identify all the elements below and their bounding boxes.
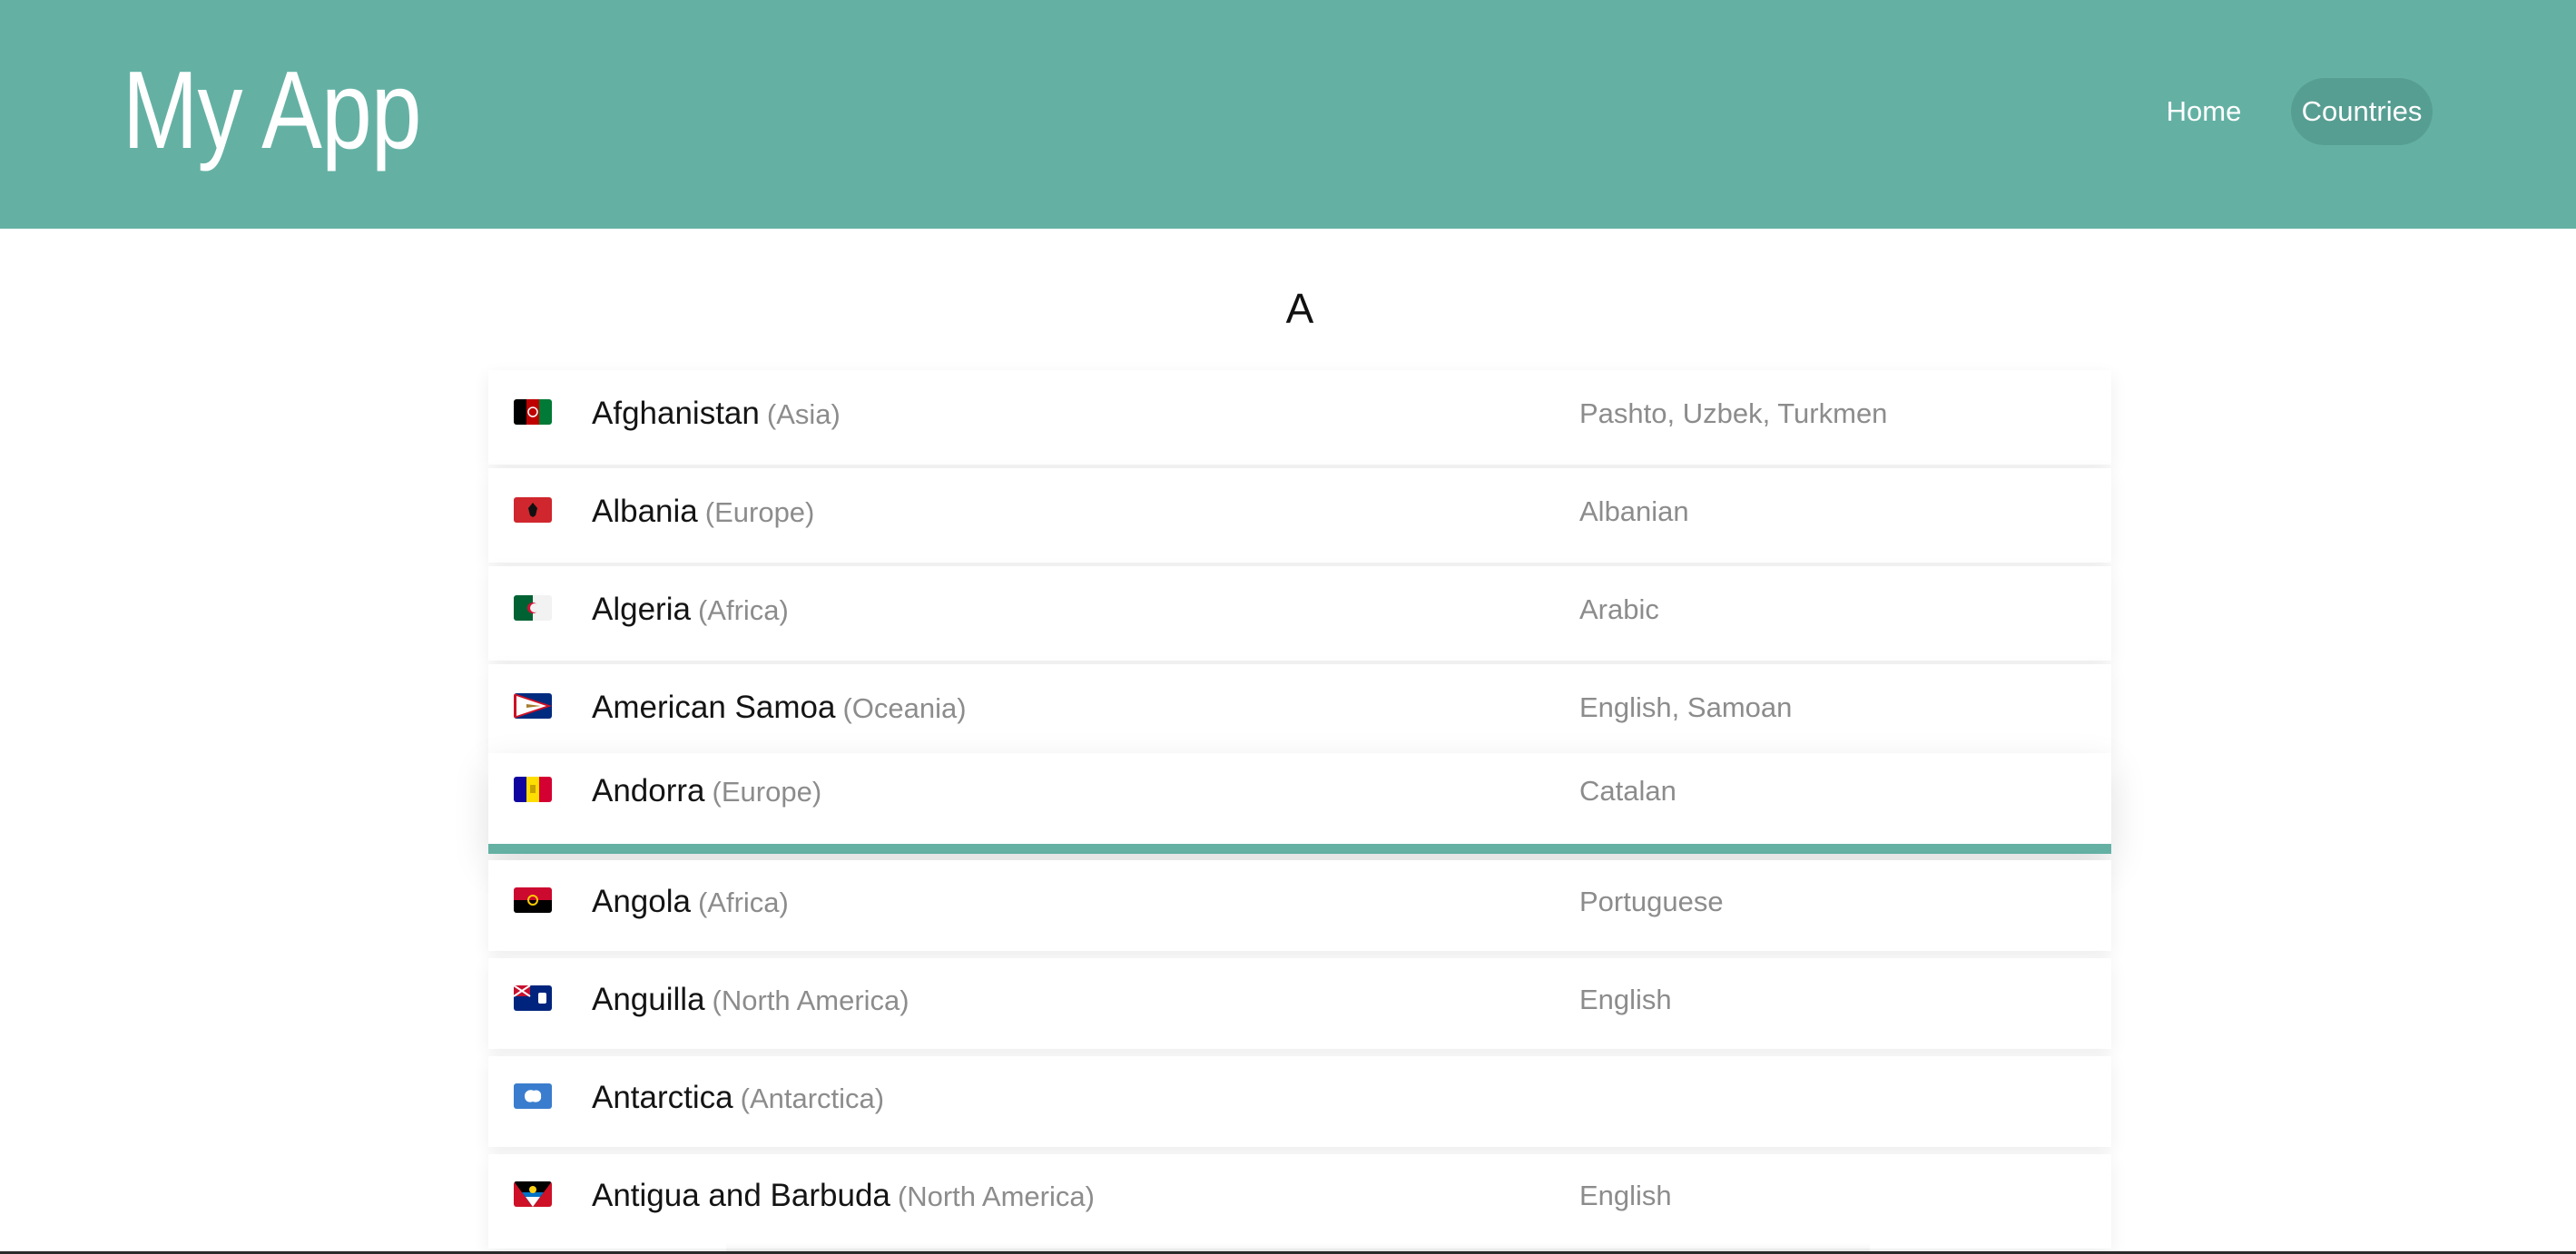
nav-home-link[interactable]: Home — [2148, 78, 2260, 145]
flag-antigua-and-barbuda-icon — [514, 1181, 552, 1207]
country-name: Afghanistan — [592, 396, 760, 431]
country-row[interactable]: American Samoa (Oceania) English, Samoan — [488, 664, 2111, 755]
section-letter-heading: A — [1285, 285, 1314, 332]
country-row[interactable]: Antigua and Barbuda (North America) Engli… — [488, 1154, 2111, 1249]
app-header: My App Home Countries — [0, 0, 2576, 229]
flag-antarctica-icon — [514, 1083, 552, 1109]
country-row[interactable]: Antarctica (Antarctica) — [488, 1056, 2111, 1147]
country-region: (North America) — [712, 985, 909, 1016]
country-region: (Europe) — [704, 496, 815, 528]
country-name: Albania — [592, 494, 698, 529]
country-row[interactable]: Afghanistan (Asia) Pashto, Uzbek, Turkmen — [488, 370, 2111, 465]
flag-algeria-icon — [514, 595, 552, 621]
country-row[interactable]: Angola (Africa) Portuguese — [488, 860, 2111, 951]
flag-albania-icon — [514, 497, 552, 523]
app-title[interactable]: My App — [123, 42, 422, 178]
country-languages: Albanian — [1579, 495, 1689, 527]
country-region: (Asia) — [766, 398, 841, 430]
country-languages: English, Samoan — [1579, 691, 1793, 723]
nav-countries-link[interactable]: Countries — [2291, 78, 2433, 145]
flag-afghanistan-icon — [514, 399, 552, 425]
country-languages: Catalan — [1579, 775, 1676, 807]
country-name: Angola — [592, 884, 691, 919]
country-languages: English — [1579, 1180, 1672, 1211]
country-name: Antigua and Barbuda — [592, 1178, 890, 1213]
flag-andorra-icon — [514, 777, 552, 802]
country-row[interactable]: Albania (Europe) Albanian — [488, 468, 2111, 563]
country-row[interactable]: Algeria (Africa) Arabic — [488, 566, 2111, 661]
country-languages: Arabic — [1579, 593, 1659, 625]
country-row-selected[interactable]: Andorra (Europe) Catalan — [488, 753, 2111, 854]
country-languages: English — [1579, 984, 1672, 1015]
country-name: American Samoa — [592, 690, 836, 725]
country-region: (Oceania) — [842, 692, 967, 724]
country-languages: Portuguese — [1579, 886, 1724, 917]
country-languages: Pashto, Uzbek, Turkmen — [1579, 397, 1888, 429]
country-region: (Africa) — [697, 887, 789, 918]
country-name: Antarctica — [592, 1080, 733, 1115]
country-region: (Europe) — [712, 776, 822, 808]
country-name: Andorra — [592, 773, 705, 808]
country-region: (Africa) — [697, 594, 789, 626]
flag-angola-icon — [514, 887, 552, 913]
country-row[interactable]: Anguilla (North America) English — [488, 958, 2111, 1049]
country-region: (North America) — [897, 1181, 1095, 1212]
country-name: Algeria — [592, 592, 691, 627]
country-name: Anguilla — [592, 982, 705, 1017]
flag-american-samoa-icon — [514, 693, 552, 719]
country-region: (Antarctica) — [740, 1083, 885, 1114]
flag-anguilla-icon — [514, 985, 552, 1011]
